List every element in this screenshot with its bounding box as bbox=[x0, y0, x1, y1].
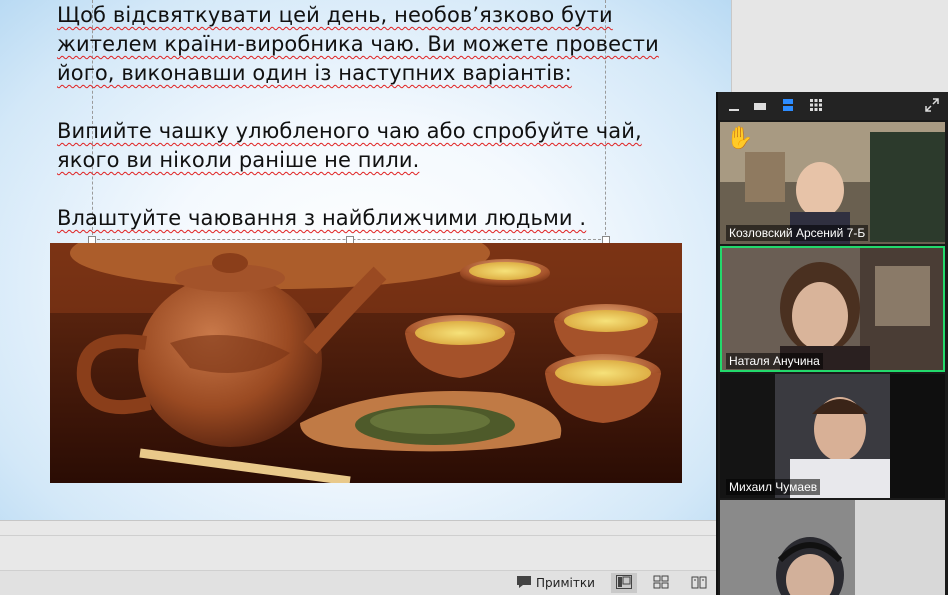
raised-hand-icon: ✋ bbox=[726, 126, 754, 151]
single-view-button[interactable] bbox=[750, 97, 770, 115]
slide-text-line: жителем країни-виробника чаю. Ви можете … bbox=[57, 32, 659, 56]
notes-toggle-button[interactable]: Примітки bbox=[516, 574, 595, 592]
slide-sorter-view-button[interactable] bbox=[648, 573, 674, 593]
participant-tile[interactable]: Михаил Чумаев bbox=[720, 374, 945, 498]
strip-view-icon bbox=[781, 97, 795, 116]
participant-name: Михаил Чумаев bbox=[726, 479, 821, 495]
notes-icon bbox=[516, 575, 532, 592]
zoom-participants-panel: ✋ Козловский Арсений 7-Б Наталя Анучина … bbox=[716, 92, 948, 595]
expand-button[interactable] bbox=[922, 97, 942, 115]
minimize-icon bbox=[728, 97, 740, 116]
grid-view-icon bbox=[653, 574, 669, 593]
slide-text-line: Випийте чашку улюбленого чаю або спробуй… bbox=[57, 119, 642, 143]
slide-text-line: якого ви ніколи раніше не пили. bbox=[57, 148, 420, 172]
notes-divider bbox=[0, 535, 732, 536]
participant-tile[interactable]: ✋ Козловский Арсений 7-Б bbox=[720, 122, 945, 244]
expand-icon bbox=[925, 97, 939, 116]
grid-icon bbox=[809, 97, 823, 116]
notes-pane[interactable] bbox=[0, 520, 732, 570]
participant-video bbox=[720, 500, 945, 595]
normal-view-icon bbox=[616, 574, 632, 593]
slide-text-line: Влаштуйте чаювання з найближчими людьми … bbox=[57, 206, 587, 230]
slide-canvas[interactable]: Щоб відсвяткувати цей день, необов’язков… bbox=[0, 0, 732, 520]
strip-view-button[interactable] bbox=[778, 97, 798, 115]
slide-text-line: Щоб відсвяткувати цей день, необов’язков… bbox=[57, 3, 613, 27]
participant-name: Козловский Арсений 7-Б bbox=[726, 225, 869, 241]
zoom-view-toolbar bbox=[718, 92, 948, 120]
book-icon bbox=[691, 574, 707, 593]
minimize-button[interactable] bbox=[724, 97, 744, 115]
tea-set-illustration bbox=[50, 243, 682, 483]
gallery-view-button[interactable] bbox=[806, 97, 826, 115]
notes-label: Примітки bbox=[536, 576, 595, 590]
participant-tile-active[interactable]: Наталя Анучина bbox=[720, 246, 945, 372]
slide-text-line: його, виконавши один із наступних варіан… bbox=[57, 61, 572, 85]
participant-tile[interactable] bbox=[720, 500, 945, 595]
normal-view-button[interactable] bbox=[611, 573, 637, 593]
tea-set-photo[interactable] bbox=[50, 243, 682, 483]
reading-view-button[interactable] bbox=[686, 573, 712, 593]
participant-name: Наталя Анучина bbox=[726, 353, 823, 369]
editor-right-gutter bbox=[732, 0, 948, 92]
single-view-icon bbox=[753, 97, 767, 116]
